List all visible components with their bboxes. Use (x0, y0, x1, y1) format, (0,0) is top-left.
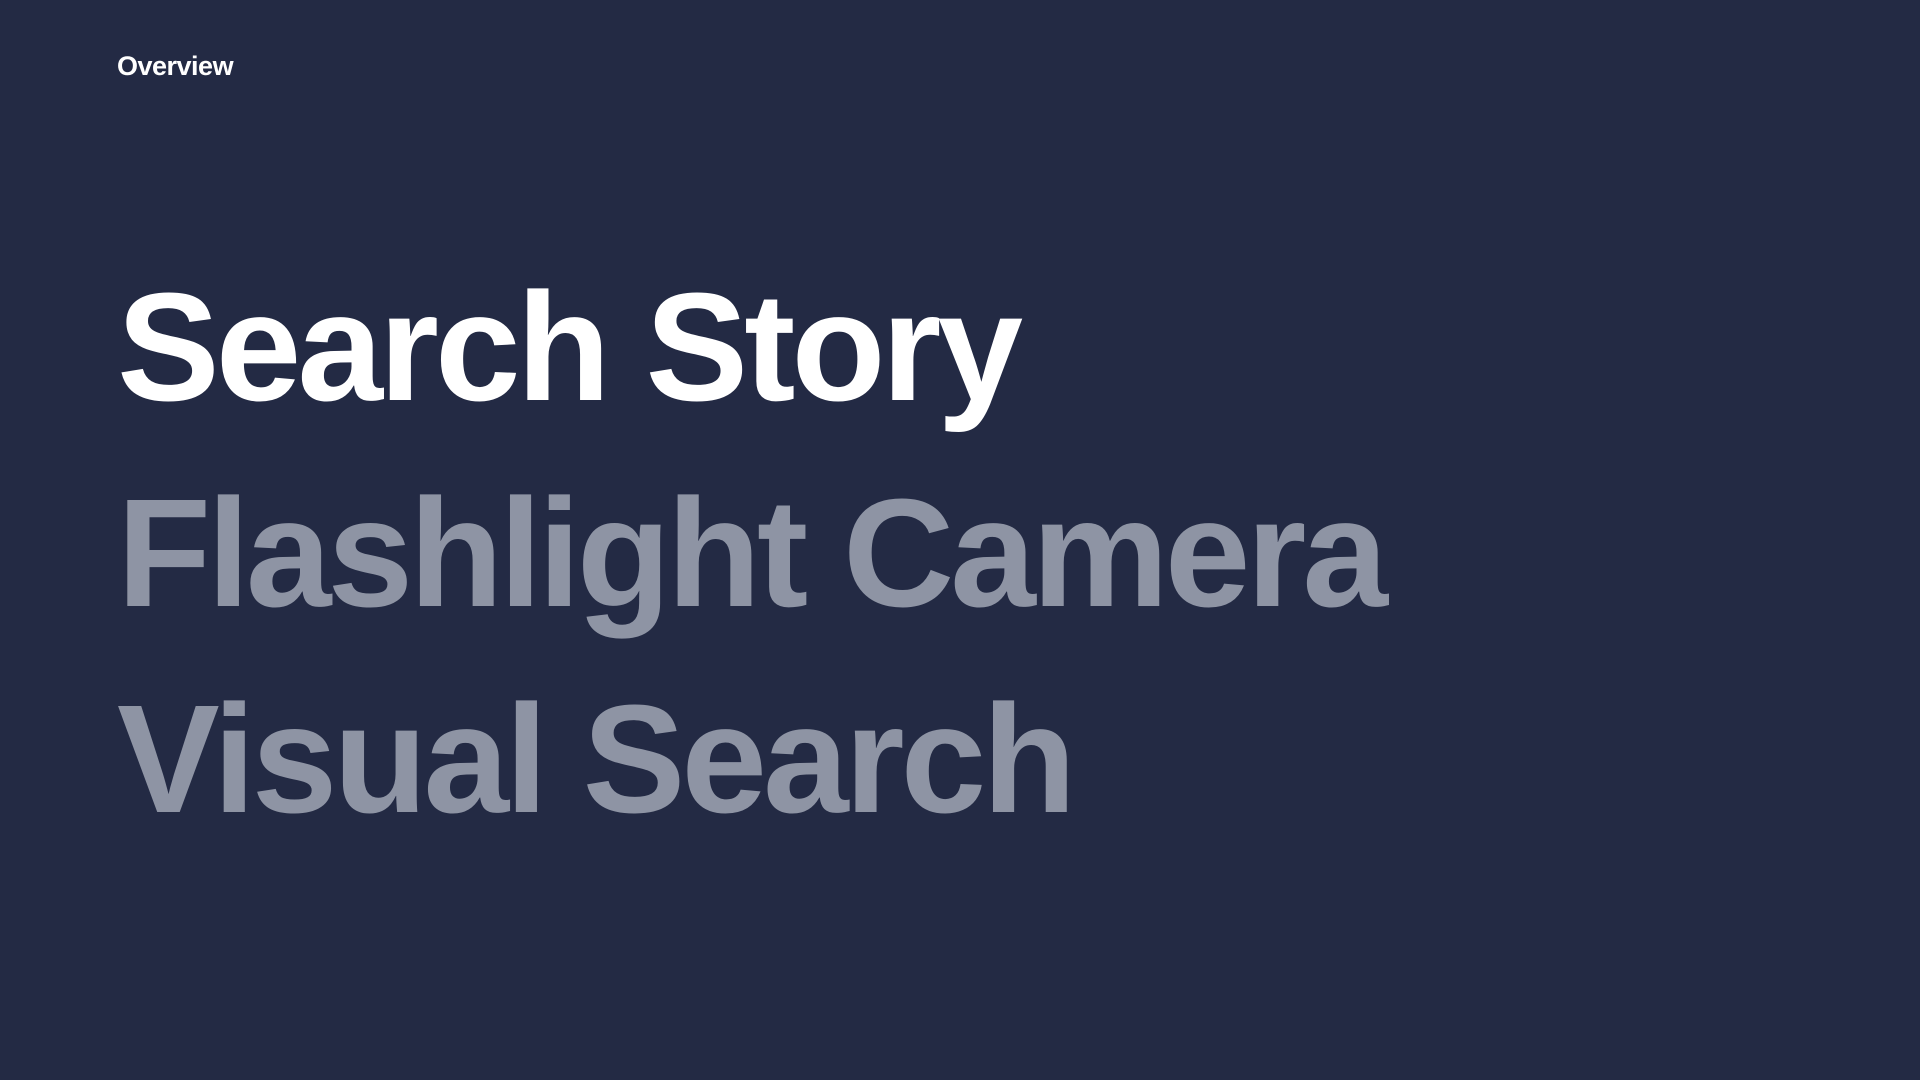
slide: Overview Search Story Flashlight Camera … (0, 0, 1920, 1080)
section-label: Overview (117, 51, 234, 81)
agenda-item-visual-search: Visual Search (117, 673, 1076, 845)
agenda-list: Search Story Flashlight Camera Visual Se… (117, 244, 1388, 862)
agenda-item-flashlight-camera: Flashlight Camera (117, 467, 1388, 639)
agenda-item-search-story: Search Story (117, 261, 1023, 433)
